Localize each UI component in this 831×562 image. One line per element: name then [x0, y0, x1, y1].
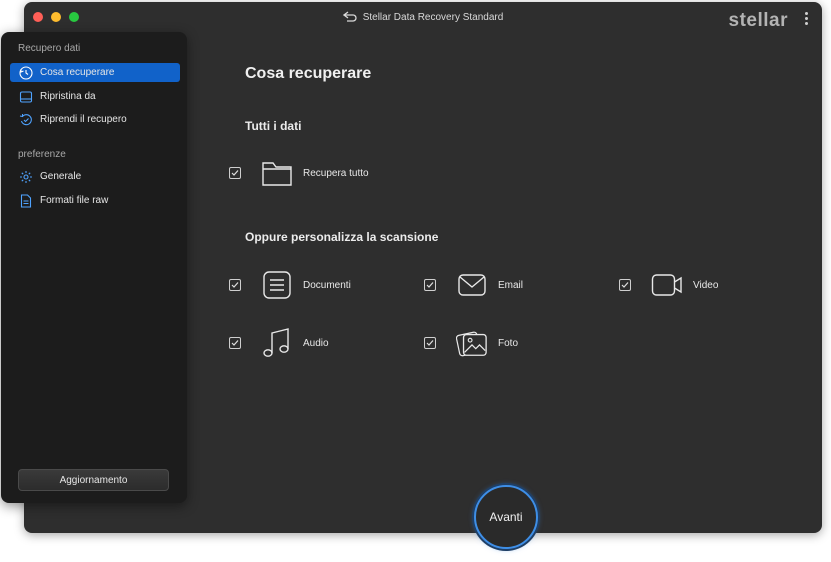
sidebar-item-resume-recovery[interactable]: Riprendi il recupero [10, 110, 180, 129]
brand-logo: stellar [728, 10, 788, 31]
sidebar-item-general[interactable]: Generale [10, 167, 180, 186]
checkbox-photo[interactable] [424, 337, 436, 349]
back-arrow-icon[interactable] [342, 11, 357, 23]
option-documents[interactable]: Documenti [229, 269, 351, 301]
folder-icon [261, 157, 293, 189]
sidebar-item-label: Generale [40, 171, 82, 182]
email-icon [456, 269, 488, 301]
all-data-heading: Tutti i dati [245, 119, 302, 133]
checkbox-video[interactable] [619, 279, 631, 291]
update-button[interactable]: Aggiornamento [18, 469, 169, 491]
sidebar-item-label: Cosa recuperare [40, 67, 115, 78]
option-label: Audio [303, 337, 329, 349]
option-label: Foto [498, 337, 519, 349]
sidebar-item-what-to-recover[interactable]: Cosa recuperare [10, 63, 180, 82]
option-label: Documenti [303, 279, 351, 291]
maximize-window-button[interactable] [69, 12, 79, 22]
option-email[interactable]: Email [424, 269, 523, 301]
sidebar-item-raw-formats[interactable]: Formati file raw [10, 191, 180, 210]
raw-file-icon [18, 193, 34, 209]
music-icon [261, 327, 293, 359]
checkbox-recover-all[interactable] [229, 167, 241, 179]
window-controls [33, 12, 79, 22]
next-button[interactable]: Avanti [474, 485, 538, 549]
window-title: Stellar Data Recovery Standard [362, 11, 504, 23]
checkbox-audio[interactable] [229, 337, 241, 349]
more-menu-icon[interactable] [804, 12, 808, 25]
page-title: Cosa recuperare [245, 65, 372, 82]
option-label: Recupera tutto [303, 167, 369, 179]
drive-icon [18, 89, 34, 105]
resume-icon [18, 112, 34, 128]
sidebar-item-label: Ripristina da [40, 91, 96, 102]
minimize-window-button[interactable] [51, 12, 61, 22]
checkbox-email[interactable] [424, 279, 436, 291]
option-video[interactable]: Video [619, 269, 718, 301]
sidebar-item-label: Formati file raw [40, 195, 109, 206]
video-icon [651, 269, 683, 301]
option-audio[interactable]: Audio [229, 327, 329, 359]
sidebar-item-restore-from[interactable]: Ripristina da [10, 87, 180, 106]
customize-heading: Oppure personalizza la scansione [245, 230, 439, 244]
option-label: Video [693, 279, 719, 291]
section-title-preferences: preferenze [18, 149, 66, 160]
sidebar: Recupero dati Cosa recuperare Ripristina… [1, 32, 187, 503]
section-title-recovery: Recupero dati [18, 43, 81, 54]
option-photo[interactable]: Foto [424, 327, 518, 359]
option-label: Email [498, 279, 524, 291]
close-window-button[interactable] [33, 12, 43, 22]
photo-icon [456, 327, 488, 359]
option-recover-all[interactable]: Recupera tutto [229, 157, 369, 189]
recover-icon [18, 65, 34, 81]
gear-icon [18, 169, 34, 185]
titlebar: Stellar Data Recovery Standard [24, 2, 822, 32]
sidebar-item-label: Riprendi il recupero [40, 114, 127, 125]
checkbox-documents[interactable] [229, 279, 241, 291]
document-icon [261, 269, 293, 301]
